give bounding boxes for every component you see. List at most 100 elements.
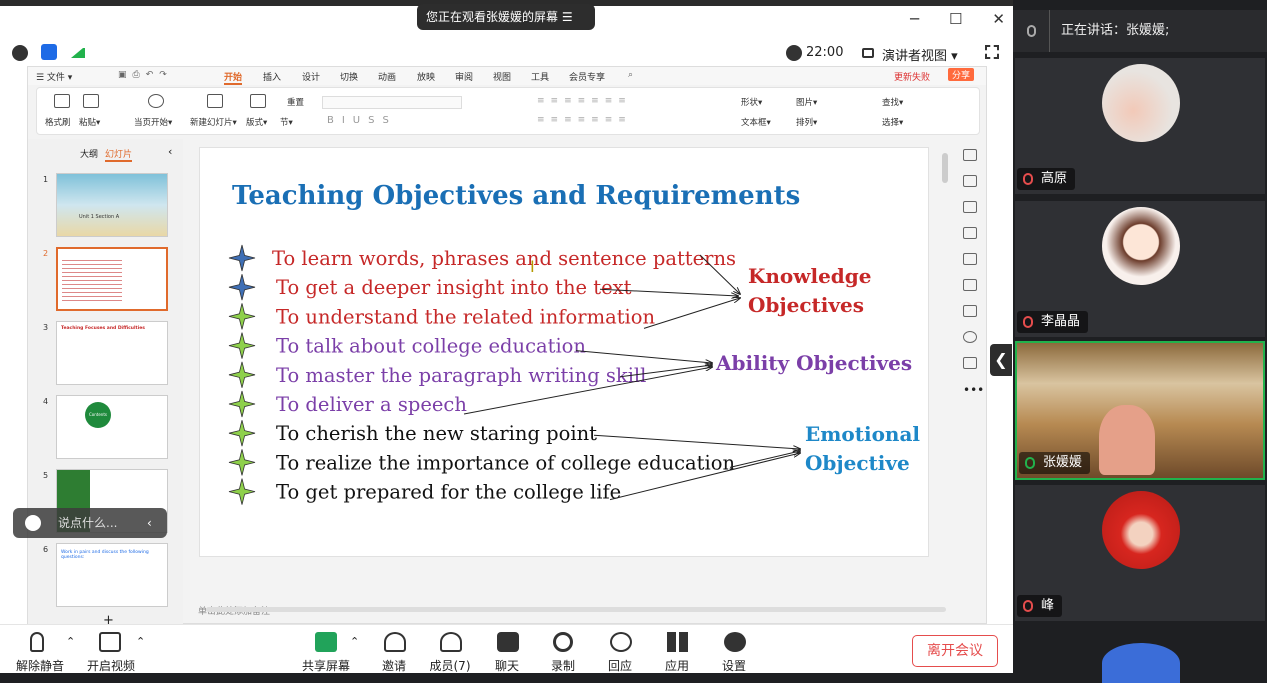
menu-review[interactable]: 审阅 (455, 70, 473, 83)
menu-transition[interactable]: 切换 (340, 70, 358, 83)
share-banner[interactable]: 您正在观看张媛媛的屏幕 ☰ (417, 4, 595, 30)
fullscreen-icon[interactable] (985, 45, 999, 59)
members-icon[interactable] (440, 632, 462, 652)
menu-view[interactable]: 视图 (493, 70, 511, 83)
font-style-buttons[interactable]: BIUSS (327, 115, 397, 126)
settings-gear-icon[interactable] (724, 632, 746, 652)
textbox-button[interactable]: 文本框▾ (741, 116, 771, 128)
tab-slides[interactable]: 幻灯片 (105, 147, 133, 162)
vertical-scrollbar[interactable] (942, 153, 948, 183)
reset-button[interactable]: 重置 (287, 96, 304, 108)
slide-thumbnail-1[interactable]: Unit 1 Section A (56, 173, 168, 237)
speaking-indicator: 正在讲话：张媛媛; (1013, 10, 1267, 52)
horizontal-scrollbar[interactable] (206, 607, 946, 612)
format-painter-button[interactable]: 格式刷 (45, 116, 71, 128)
chat-button[interactable]: 聊天 (477, 657, 537, 674)
new-slide-button[interactable]: 新建幻灯片▾ (190, 116, 237, 128)
slide-canvas[interactable]: Teaching Objectives and Requirements To l… (199, 147, 929, 557)
chat-icon[interactable] (497, 632, 519, 652)
minimize-icon[interactable]: ─ (910, 10, 919, 30)
chevron-up-icon[interactable]: ⌃ (66, 635, 75, 648)
section-button[interactable]: 节▾ (280, 116, 293, 128)
participant-tile[interactable]: 李晶晶 (1015, 201, 1265, 337)
share-screen-button[interactable]: 共享屏幕 (296, 657, 356, 674)
menu-tools[interactable]: 工具 (531, 70, 549, 83)
font-select[interactable] (322, 96, 462, 109)
paragraph-icons[interactable]: ≡≡≡≡≡≡≡ (537, 96, 717, 106)
tool-icon[interactable] (963, 253, 977, 265)
slide-thumbnail-6[interactable]: Work in pairs and discuss the following … (56, 543, 168, 607)
share-button[interactable]: 分享 (948, 68, 975, 81)
menu-home[interactable]: 开始 (224, 70, 243, 85)
collapse-chat-icon[interactable]: ‹ (147, 508, 152, 538)
tool-icon[interactable] (963, 175, 977, 187)
slide-thumbnail-4[interactable]: Contents (56, 395, 168, 459)
more-icon[interactable]: ••• (963, 383, 984, 397)
tool-icon[interactable] (963, 149, 977, 161)
camera-off-icon[interactable] (99, 632, 121, 652)
find-button[interactable]: 查找▾ (882, 96, 903, 108)
participant-tile[interactable]: 峰 (1015, 485, 1265, 621)
participant-tile[interactable]: 高原 (1015, 58, 1265, 194)
right-tool-strip: ••• (956, 139, 986, 519)
star-bullet-icon (228, 478, 256, 505)
star-icon[interactable] (963, 201, 977, 213)
tool-icon[interactable] (963, 357, 977, 369)
play-current-button[interactable]: 当页开始▾ (134, 116, 172, 128)
reaction-icon[interactable] (610, 632, 632, 652)
apps-button[interactable]: 应用 (647, 657, 707, 674)
record-icon[interactable] (553, 632, 573, 652)
collapse-sidebar-icon[interactable]: ❮ (990, 344, 1012, 376)
view-mode-select[interactable]: 演讲者视图 ▾ (882, 45, 958, 64)
select-button[interactable]: 选择▾ (882, 116, 903, 128)
info-icon[interactable] (12, 45, 28, 61)
chevron-up-icon[interactable]: ⌃ (350, 635, 359, 648)
share-screen-icon[interactable] (315, 632, 337, 652)
tool-icon[interactable] (963, 227, 977, 239)
group-label: Objective (805, 451, 910, 475)
tool-icon[interactable] (963, 279, 977, 291)
invite-button[interactable]: 邀请 (364, 657, 424, 674)
menu-insert[interactable]: 插入 (263, 70, 281, 83)
slide-thumbnail-3[interactable]: Teaching Focuses and Difficulties (56, 321, 168, 385)
close-icon[interactable]: ✕ (992, 10, 1005, 30)
members-button[interactable]: 成员(7) (420, 657, 480, 674)
picture-button[interactable]: 图片▾ (796, 96, 817, 108)
paste-button[interactable]: 粘贴▾ (79, 116, 100, 128)
menu-design[interactable]: 设计 (302, 70, 320, 83)
align-icons[interactable]: ≡≡≡≡≡≡≡ (537, 115, 717, 125)
ribbon-toolbar: 格式刷 粘贴▾ 当页开始▾ 新建幻灯片▾ 版式▾ 节▾ 重置 BIUSS ≡≡≡… (36, 87, 980, 135)
invite-icon[interactable] (384, 632, 406, 652)
emoji-icon[interactable] (25, 515, 41, 531)
help-icon[interactable] (963, 331, 977, 343)
unmute-button[interactable]: 解除静音 (10, 657, 70, 674)
name-text: 高原 (1041, 171, 1068, 186)
leave-meeting-button[interactable]: 离开会议 (912, 635, 998, 667)
slide-number: 3 (43, 323, 49, 332)
settings-button[interactable]: 设置 (704, 657, 764, 674)
chat-input-bubble[interactable]: 说点什么... ‹ (13, 508, 167, 538)
arrange-button[interactable]: 排列▾ (796, 116, 817, 128)
slide-thumbnail-2-selected[interactable] (56, 247, 168, 311)
menu-slideshow[interactable]: 放映 (417, 70, 435, 83)
tab-outline[interactable]: 大纲 (80, 147, 98, 160)
slide-content: Teaching Objectives and Requirements To l… (228, 181, 920, 505)
collapse-panel-icon[interactable]: ‹ (168, 145, 172, 158)
menu-member[interactable]: 会员专享 (569, 70, 605, 83)
start-video-button[interactable]: 开启视频 (81, 657, 141, 674)
record-button[interactable]: 录制 (533, 657, 593, 674)
maximize-icon[interactable]: ☐ (949, 10, 962, 30)
quick-access-icons[interactable]: ▣⎙↶↷ (118, 70, 188, 80)
chevron-up-icon[interactable]: ⌃ (136, 635, 145, 648)
reaction-button[interactable]: 回应 (590, 657, 650, 674)
layout-button[interactable]: 版式▾ (246, 116, 267, 128)
tool-icon[interactable] (963, 305, 977, 317)
participant-tile-active-video[interactable]: 张媛媛 (1015, 341, 1265, 480)
search-icon[interactable]: ⌕ (628, 70, 633, 80)
shield-icon[interactable] (41, 44, 57, 60)
shape-button[interactable]: 形状▾ (741, 96, 762, 108)
menu-file[interactable]: ☰ 文件 ▾ (36, 70, 72, 83)
apps-icon[interactable] (667, 632, 689, 652)
mic-muted-icon[interactable] (30, 632, 44, 652)
menu-animation[interactable]: 动画 (378, 70, 396, 83)
